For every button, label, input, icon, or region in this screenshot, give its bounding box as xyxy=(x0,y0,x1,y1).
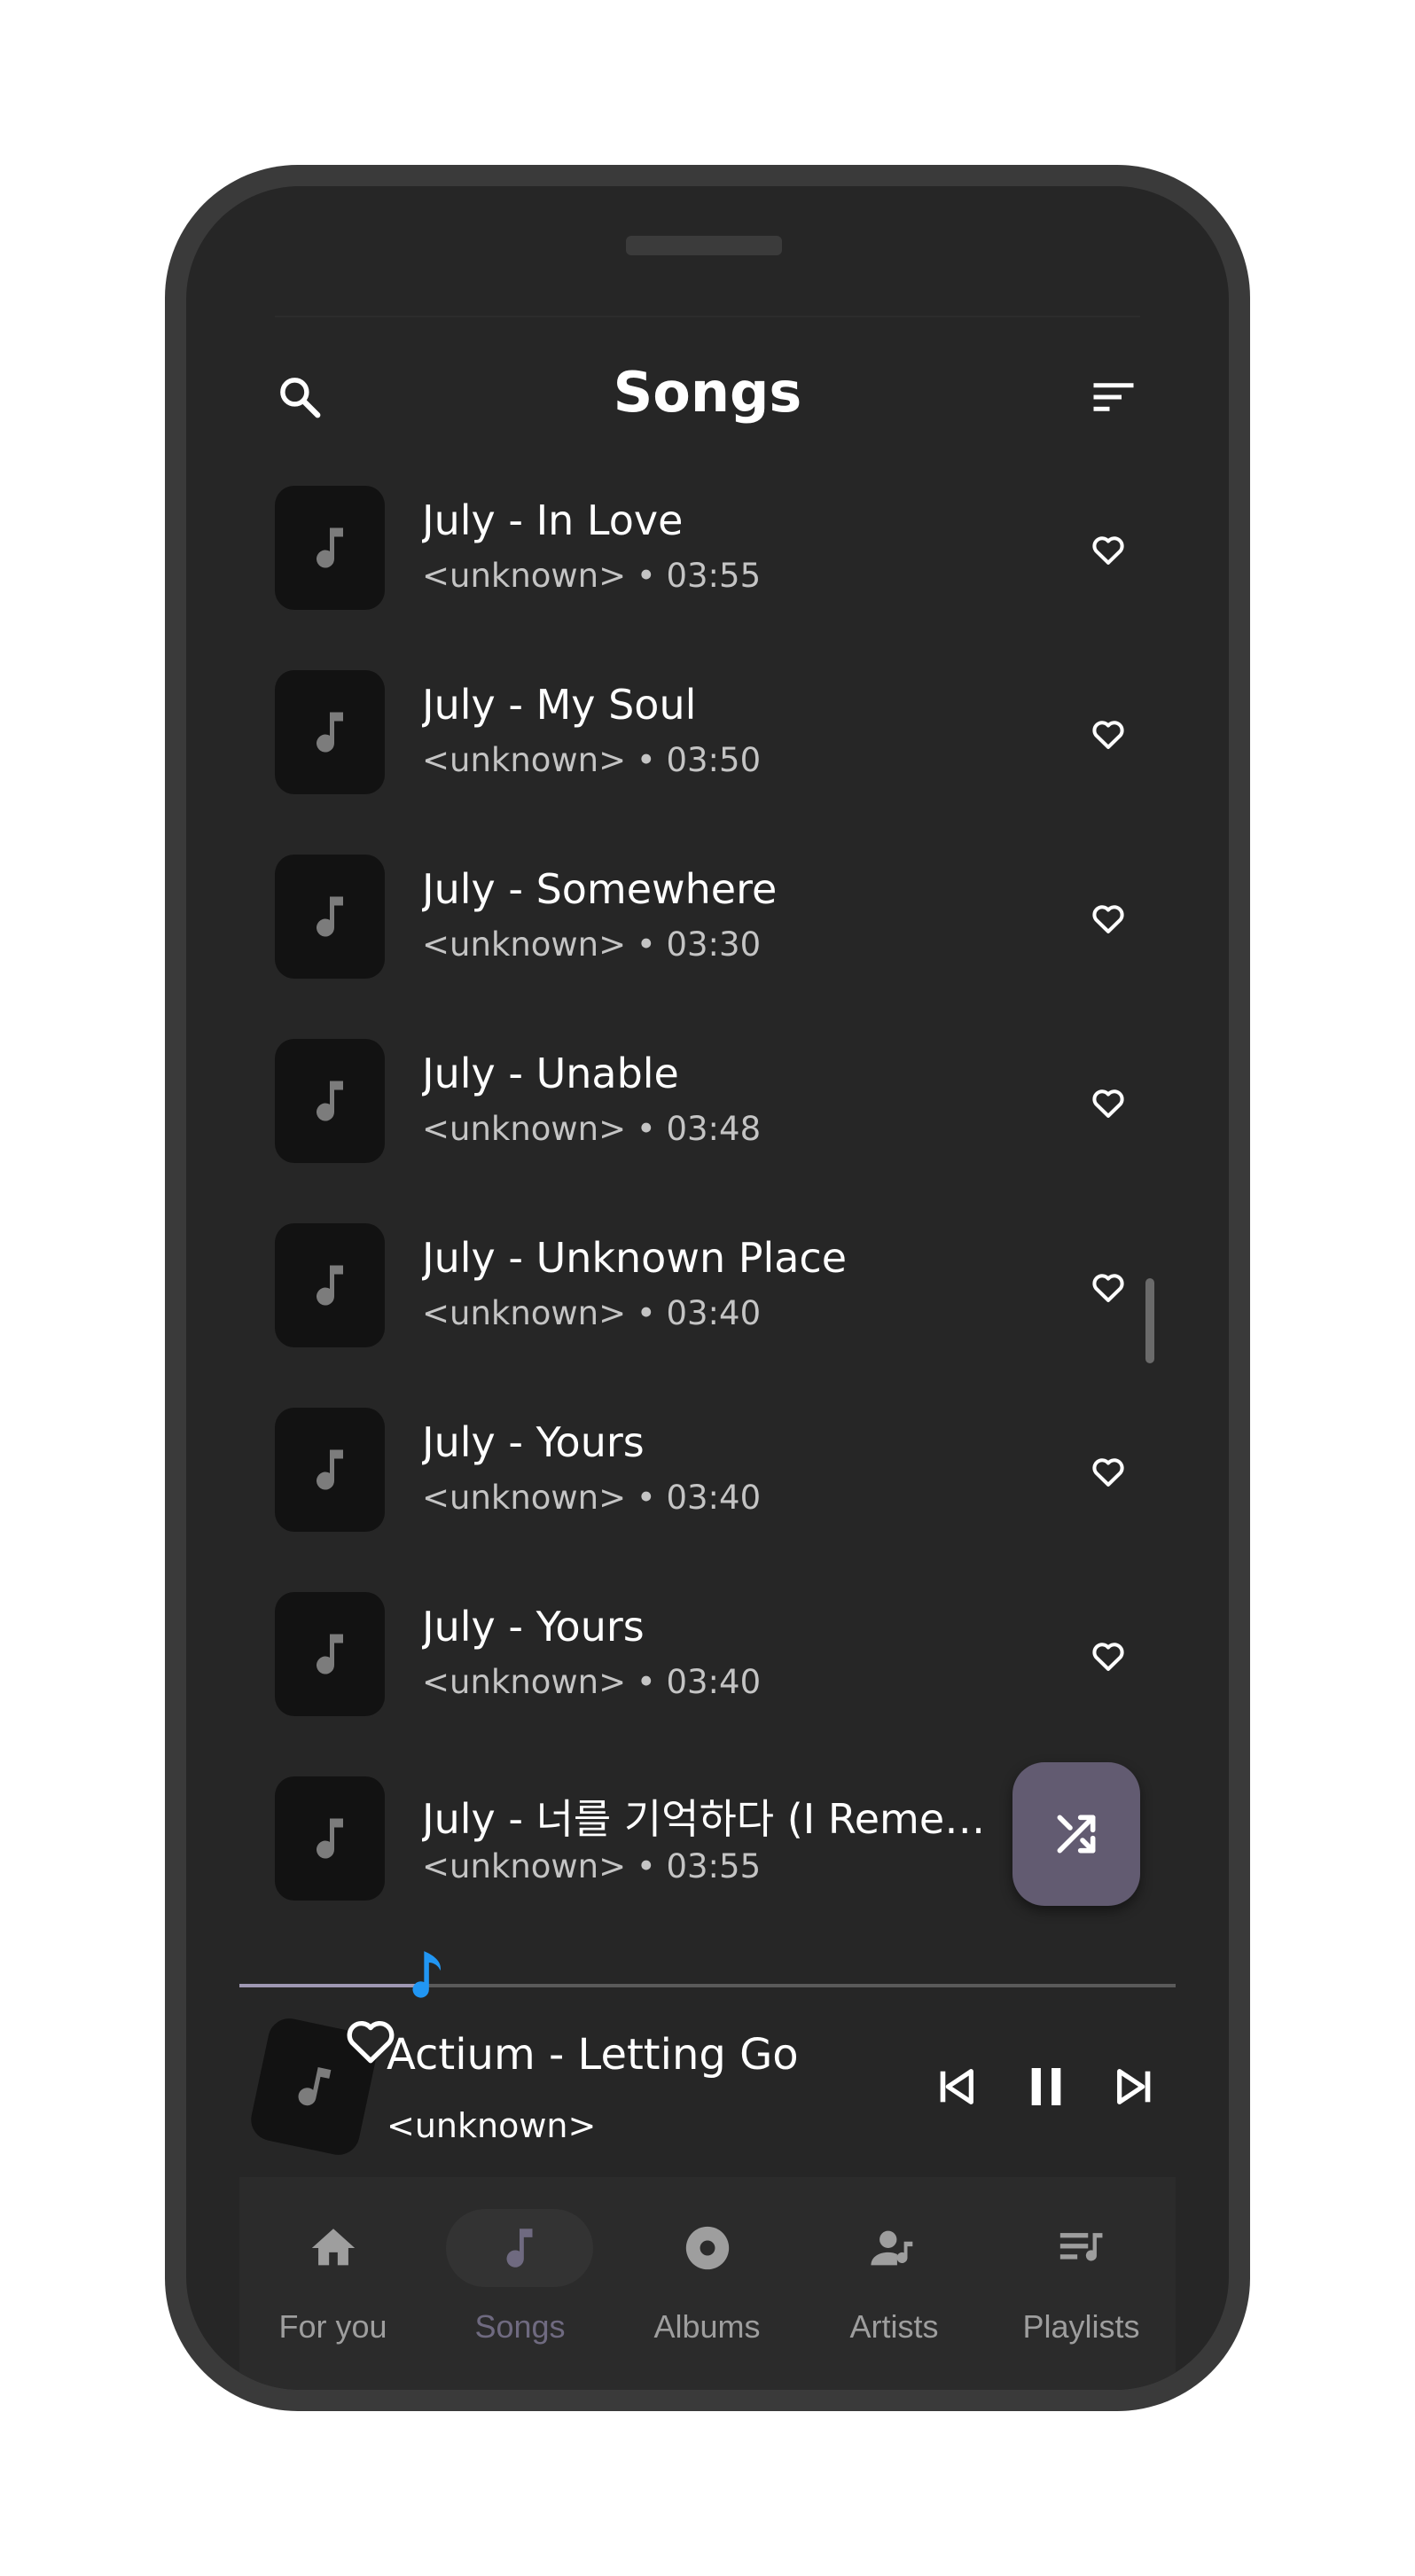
progress-bar[interactable] xyxy=(239,1984,1176,1987)
next-button[interactable] xyxy=(1099,2051,1170,2122)
favorite-button[interactable] xyxy=(1073,1620,1144,1691)
song-title: July - Somewhere xyxy=(422,865,778,913)
song-row[interactable]: July - Yours <unknown> • 03:40 xyxy=(186,1392,1229,1569)
drag-handle[interactable] xyxy=(626,236,782,255)
nav-icon-container xyxy=(1023,2209,1139,2287)
scrollbar-thumb[interactable] xyxy=(1145,1278,1154,1363)
nav-item-albums[interactable]: Albums xyxy=(614,2177,801,2390)
progress-fill xyxy=(239,1984,418,1987)
nav-icon-container xyxy=(836,2209,952,2287)
artist-icon xyxy=(870,2230,912,2266)
album-art xyxy=(275,670,385,794)
music-note-icon xyxy=(317,712,343,753)
nav-label: Artists xyxy=(849,2308,939,2345)
now-playing-title: Actium - Letting Go xyxy=(387,2030,799,2080)
music-note-icon xyxy=(317,1081,343,1121)
song-row[interactable]: July - In Love <unknown> • 03:55 xyxy=(186,470,1229,647)
divider xyxy=(275,316,1140,317)
nav-icon-container xyxy=(446,2209,593,2287)
heart-outline-icon xyxy=(1092,905,1124,933)
screen: Songs July - In Love <unknown> • 03:55 J… xyxy=(186,186,1229,2390)
heart-outline-icon xyxy=(1092,1643,1124,1671)
music-note-icon xyxy=(317,1818,343,1859)
music-note-icon xyxy=(317,1634,343,1674)
favorite-button[interactable] xyxy=(1073,1252,1144,1323)
progress-thumb[interactable] xyxy=(408,1947,447,1998)
pause-button[interactable] xyxy=(1011,2051,1082,2122)
music-note-icon xyxy=(298,2066,332,2106)
song-subtitle: <unknown> • 03:30 xyxy=(422,925,762,964)
album-art xyxy=(275,1039,385,1163)
song-subtitle: <unknown> • 03:55 xyxy=(422,557,762,595)
song-title: July - Unable xyxy=(422,1050,679,1097)
favorite-button[interactable] xyxy=(1073,1436,1144,1507)
nav-label: Songs xyxy=(474,2308,566,2345)
song-subtitle: <unknown> • 03:48 xyxy=(422,1110,762,1148)
song-subtitle: <unknown> • 03:55 xyxy=(422,1847,762,1885)
music-note-icon xyxy=(317,896,343,937)
home-icon xyxy=(311,2229,355,2266)
album-art xyxy=(275,1408,385,1532)
nav-item-songs[interactable]: Songs xyxy=(426,2177,614,2390)
song-row[interactable]: July - Yours <unknown> • 03:40 xyxy=(186,1576,1229,1753)
album-art xyxy=(275,1592,385,1716)
pause-icon xyxy=(1031,2068,1061,2105)
music-note-icon xyxy=(412,1951,441,1998)
album-art xyxy=(275,1223,385,1347)
music-note-icon xyxy=(317,1265,343,1306)
nav-icon-container xyxy=(275,2209,391,2287)
song-row[interactable]: July - Somewhere <unknown> • 03:30 xyxy=(186,839,1229,1016)
nav-label: Albums xyxy=(653,2308,761,2345)
music-note-icon xyxy=(317,527,343,568)
song-title: July - In Love xyxy=(422,496,684,544)
heart-outline-icon xyxy=(1092,1089,1124,1118)
sort-icon xyxy=(1093,383,1134,411)
favorite-button[interactable] xyxy=(1073,514,1144,585)
song-subtitle: <unknown> • 03:40 xyxy=(422,1663,762,1701)
song-title: July - Yours xyxy=(422,1418,645,1466)
heart-outline-icon xyxy=(1092,721,1124,749)
album-icon xyxy=(685,2226,729,2270)
favorite-button[interactable] xyxy=(1073,883,1144,954)
nav-label: Playlists xyxy=(1022,2308,1140,2345)
shuffle-icon xyxy=(1057,1815,1096,1854)
song-title: July - 너를 기억하다 (I Remem... xyxy=(422,1795,989,1843)
nav-item-for-you[interactable]: For you xyxy=(239,2177,426,2390)
sort-button[interactable] xyxy=(1078,362,1149,433)
nav-icon-container xyxy=(649,2209,765,2287)
previous-button[interactable] xyxy=(920,2051,991,2122)
song-subtitle: <unknown> • 03:50 xyxy=(422,741,762,779)
skip-next-icon xyxy=(1117,2069,1151,2104)
nav-item-artists[interactable]: Artists xyxy=(801,2177,988,2390)
shuffle-button[interactable] xyxy=(1012,1762,1140,1906)
song-subtitle: <unknown> • 03:40 xyxy=(422,1294,762,1332)
music-note-icon xyxy=(506,2229,533,2268)
heart-outline-icon xyxy=(1092,1458,1124,1487)
song-row[interactable]: July - Unable <unknown> • 03:48 xyxy=(186,1023,1229,1200)
favorite-button[interactable] xyxy=(1073,699,1144,769)
page-title: Songs xyxy=(613,360,802,425)
heart-outline-icon xyxy=(1092,1274,1124,1302)
now-playing-artist: <unknown> xyxy=(387,2106,597,2145)
favorite-button[interactable] xyxy=(1073,1067,1144,1138)
song-row[interactable]: July - My Soul <unknown> • 03:50 xyxy=(186,654,1229,831)
song-title: July - Unknown Place xyxy=(422,1234,848,1282)
phone-frame: Songs July - In Love <unknown> • 03:55 J… xyxy=(165,165,1250,2411)
bottom-navigation: For you Songs Albums Artists Playlists xyxy=(239,2177,1176,2390)
nav-label: For you xyxy=(278,2308,387,2345)
app-bar: Songs xyxy=(186,337,1229,461)
music-note-icon xyxy=(317,1449,343,1490)
album-art xyxy=(275,855,385,979)
song-row[interactable]: July - Unknown Place <unknown> • 03:40 xyxy=(186,1207,1229,1385)
skip-previous-icon xyxy=(940,2069,973,2104)
nav-item-playlists[interactable]: Playlists xyxy=(988,2177,1175,2390)
heart-outline-icon xyxy=(1092,536,1124,565)
song-title: July - My Soul xyxy=(422,681,697,729)
song-title: July - Yours xyxy=(422,1603,645,1651)
album-art xyxy=(275,486,385,610)
song-subtitle: <unknown> • 03:40 xyxy=(422,1479,762,1517)
playlist-icon xyxy=(1059,2233,1102,2261)
album-art xyxy=(275,1776,385,1901)
